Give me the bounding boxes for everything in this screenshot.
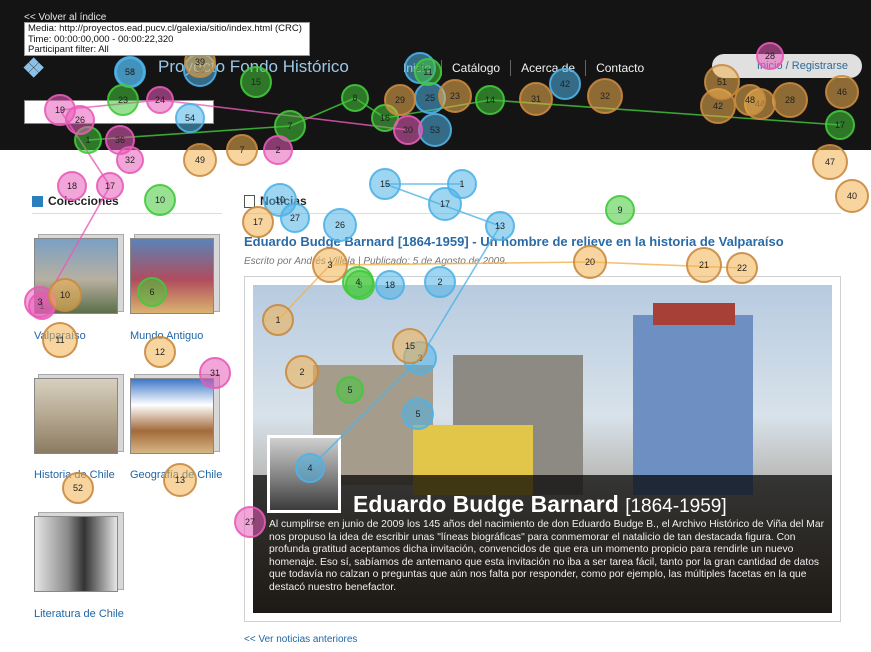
fixation-circle [447, 169, 477, 199]
login-register-button[interactable]: Inicio / Registrarse [712, 54, 862, 78]
red-roof [653, 303, 735, 325]
collections-icon [32, 195, 43, 207]
collection-historia-chile[interactable] [34, 374, 124, 456]
fixation-circle [812, 144, 848, 180]
nav-inicio[interactable]: Inicio [393, 61, 441, 75]
collection-mundo-antiguo[interactable] [130, 234, 220, 316]
scanpath-line [384, 183, 501, 227]
divider [244, 213, 841, 214]
fixation-label: 21 [699, 260, 709, 270]
collection-cover[interactable] [34, 238, 118, 314]
fixation-circle [573, 245, 607, 279]
collections-heading: Colecciones [32, 194, 119, 208]
fixation-circle [835, 179, 869, 213]
news-title: Noticias [260, 194, 307, 208]
fixation-label: 40 [847, 191, 857, 201]
fixation-label: 20 [585, 257, 595, 267]
portrait-photo [267, 435, 341, 513]
collection-cover[interactable] [130, 238, 214, 314]
fixation-label: 13 [495, 221, 505, 231]
fixation-circle [428, 187, 462, 221]
fixation-label: 10 [155, 195, 165, 205]
fixation-label: 22 [737, 263, 747, 273]
divider [32, 213, 222, 214]
feature-name-main: Eduardo Budge Barnard [353, 491, 619, 517]
fixation-circle [369, 168, 401, 200]
collection-cover[interactable] [34, 516, 118, 592]
news-headline-link[interactable]: Eduardo Budge Barnard [1864-1959] - Un h… [244, 234, 784, 249]
media-line: Media: http://proyectos.ead.pucv.cl/gale… [28, 23, 302, 34]
collection-label[interactable]: Geografía de Chile [130, 469, 222, 481]
site-header: << Volver al índice Media: http://proyec… [0, 0, 871, 150]
fixation-circle [605, 195, 635, 225]
collection-label[interactable]: Historia de Chile [34, 469, 115, 481]
news-byline: Escrito por Andrés Villela | Publicado: … [244, 256, 508, 267]
main-nav: Inicio Catálogo Acerca de Contacto [393, 58, 654, 78]
collection-label[interactable]: Literatura de Chile [34, 608, 124, 620]
feature-years: [1864-1959] [625, 496, 727, 517]
feature-name[interactable]: Eduardo Budge Barnard [1864-1959] [353, 491, 727, 518]
scanpath-line [589, 261, 743, 269]
collection-label[interactable]: Mundo Antiguo [130, 330, 203, 342]
fixation-label: 49 [195, 155, 205, 165]
nav-catalogo[interactable]: Catálogo [442, 61, 510, 75]
collection-label[interactable]: Valparaíso [34, 330, 86, 342]
fixation-label: 15 [380, 179, 390, 189]
fixation-circle [242, 206, 274, 238]
fixation-circle [116, 146, 144, 174]
feature-image[interactable]: Eduardo Budge Barnard [1864-1959] Al cum… [253, 285, 832, 613]
document-icon [244, 194, 255, 208]
collection-cover[interactable] [34, 378, 118, 454]
search-input[interactable] [24, 100, 214, 124]
fixation-label: 52 [73, 483, 83, 493]
fixation-label: 17 [253, 217, 263, 227]
portrait-image [270, 438, 338, 510]
collection-geografia-chile[interactable] [130, 374, 220, 456]
collections-title: Colecciones [48, 194, 119, 208]
fixation-label: 27 [290, 213, 300, 223]
filter-line: Participant filter: All [28, 44, 109, 55]
news-heading: Noticias [244, 194, 307, 208]
fixation-label: 17 [440, 199, 450, 209]
site-title[interactable]: Proyecto Fondo Histórico [158, 57, 349, 77]
fixation-label: 47 [825, 157, 835, 167]
fixation-label: 1 [459, 179, 464, 189]
collection-valparaiso[interactable] [34, 234, 124, 316]
feature-text: Al cumplirse en junio de 2009 los 145 añ… [269, 519, 825, 593]
blue-house [633, 315, 753, 495]
nav-acerca[interactable]: Acerca de [511, 61, 585, 75]
fixation-circle [144, 184, 176, 216]
fixation-label: 12 [155, 347, 165, 357]
fixation-label: 32 [125, 155, 135, 165]
fixation-circle [280, 203, 310, 233]
fixation-label: 18 [67, 181, 77, 191]
older-news-link[interactable]: << Ver noticias anteriores [244, 634, 357, 645]
collection-cover[interactable] [130, 378, 214, 454]
fixation-label: 26 [335, 220, 345, 230]
gaze-info-box: Media: http://proyectos.ead.pucv.cl/gale… [24, 22, 310, 56]
fixation-label: 17 [105, 181, 115, 191]
nav-contacto[interactable]: Contacto [586, 61, 654, 75]
collection-literatura-chile[interactable] [34, 512, 124, 594]
site-logo-icon[interactable]: ❖ [22, 53, 62, 83]
